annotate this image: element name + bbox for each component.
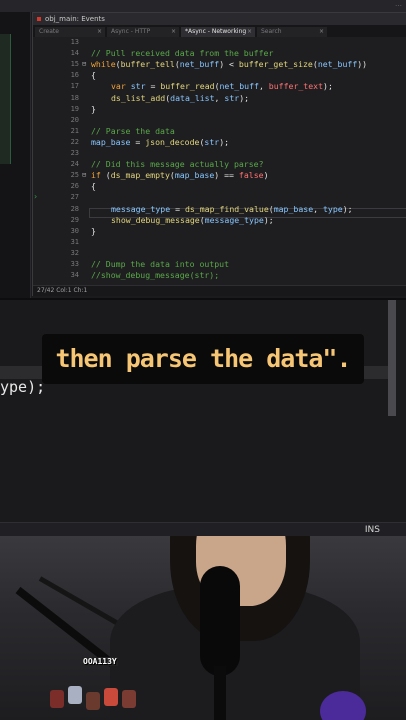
top-ide-panel: … obj_main: Events Create × Async - HTTP…	[0, 0, 406, 298]
code-editor-window: obj_main: Events Create × Async - HTTP ×…	[32, 12, 406, 296]
fold-toggle-icon[interactable]: ⊟	[82, 171, 86, 179]
code-line: // Pull received data from the buffer	[91, 48, 274, 59]
microphone	[200, 566, 240, 676]
top-strip-text: …	[395, 0, 402, 8]
fold-toggle-icon[interactable]: ⊟	[82, 60, 86, 68]
line-number: 15	[70, 60, 79, 69]
top-strip: …	[0, 0, 406, 12]
close-icon[interactable]: ×	[247, 27, 252, 37]
line-number: 21	[70, 126, 79, 135]
tab-create[interactable]: Create ×	[35, 27, 105, 37]
line-number: 13	[70, 38, 79, 46]
pixel-characters	[50, 686, 145, 716]
webcam-feed: OOA113Y	[0, 536, 406, 720]
line-number: 19	[70, 104, 79, 113]
code-line: message_type = ds_map_find_value(map_bas…	[111, 203, 353, 214]
left-panel-thumb	[0, 34, 11, 164]
pixel-character	[68, 686, 82, 704]
pixel-character	[122, 690, 136, 708]
code-line: // Did this message actually parse?	[91, 159, 264, 170]
line-number: 17	[70, 82, 79, 91]
caption-text: then parse the data".	[55, 344, 351, 373]
line-number: 30	[70, 226, 79, 235]
caption-box: then parse the data".	[42, 334, 364, 384]
line-number: 27	[70, 193, 79, 202]
name-tag: OOA113Y	[82, 657, 118, 666]
line-number: 20	[70, 115, 79, 124]
code-line: // Parse the data	[91, 125, 175, 136]
breakpoint-icon: ›	[34, 192, 38, 201]
code-line: if (ds_map_empty(map_base) == false)	[91, 170, 269, 181]
line-number: 28	[70, 204, 79, 213]
line-number: 14	[70, 49, 79, 58]
close-icon[interactable]: ×	[97, 27, 102, 37]
close-icon[interactable]: ×	[319, 27, 324, 37]
tab-label: Search	[261, 28, 282, 35]
close-icon[interactable]: ×	[171, 27, 176, 37]
code-line: show_debug_message(message_type);	[111, 214, 274, 225]
code-line: while(buffer_tell(net_buff) < buffer_get…	[91, 59, 368, 70]
tab-label: Async - HTTP	[111, 28, 151, 35]
code-line: ds_list_add(data_list, str);	[111, 92, 250, 103]
tab-label: *Async - Networking	[185, 28, 247, 35]
left-panel	[0, 12, 31, 298]
pixel-character	[86, 692, 100, 710]
line-number: 23	[70, 149, 79, 157]
line-number: 22	[70, 137, 79, 146]
tab-search[interactable]: Search ×	[257, 27, 327, 37]
code-line: // Dump the data into output	[91, 259, 230, 269]
code-line: //show_debug_message(str);	[91, 270, 220, 281]
window-title: obj_main: Events	[45, 15, 105, 23]
tab-bar: Create × Async - HTTP × *Async - Network…	[33, 25, 406, 37]
tab-async-http[interactable]: Async - HTTP ×	[107, 27, 179, 37]
line-number: 24	[70, 160, 79, 169]
line-number: 31	[70, 237, 79, 246]
pixel-character	[104, 688, 118, 706]
code-area[interactable]: 13 14 // Pull received data from the buffe…	[33, 37, 406, 285]
code-line: {	[91, 181, 96, 192]
tab-label: Create	[39, 28, 59, 35]
line-number: 26	[70, 182, 79, 191]
code-line: }	[91, 225, 96, 236]
line-number: 25	[70, 171, 79, 180]
code-line: var str = buffer_read(net_buff, buffer_t…	[111, 81, 333, 92]
pixel-character	[50, 690, 64, 708]
microphone-stand	[214, 666, 226, 720]
line-number: 34	[70, 271, 79, 280]
line-number: 32	[70, 248, 79, 257]
line-number: 18	[70, 93, 79, 102]
zoomed-code-fragment: ype);	[0, 378, 46, 396]
line-number: 16	[70, 71, 79, 80]
insert-mode-label: INS	[364, 525, 380, 535]
line-number: 29	[70, 215, 79, 224]
zoomed-status-bar: INS	[0, 522, 406, 537]
window-icon	[37, 17, 41, 21]
tab-async-networking[interactable]: *Async - Networking ×	[181, 27, 255, 37]
code-line: map_base = json_decode(str);	[91, 136, 230, 147]
status-bar: 27/42 Col:1 Ch:1	[33, 285, 406, 296]
code-line: }	[91, 103, 96, 114]
code-line: {	[91, 70, 96, 81]
cursor-position: 27/42 Col:1 Ch:1	[37, 287, 88, 294]
line-number: 33	[70, 260, 79, 268]
scrollbar[interactable]	[388, 300, 396, 416]
window-title-bar[interactable]: obj_main: Events	[33, 13, 406, 25]
